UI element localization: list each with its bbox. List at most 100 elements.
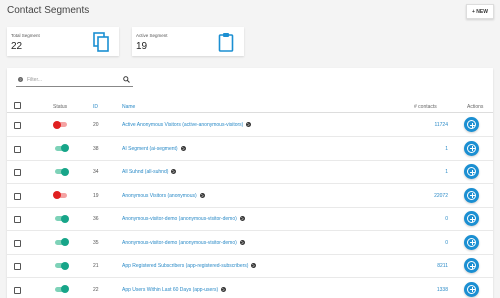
- status-toggle[interactable]: [55, 144, 69, 152]
- status-toggle[interactable]: [53, 120, 67, 129]
- segment-name-link[interactable]: All Suhnd (all-suhnd): [122, 169, 177, 175]
- add-action-button[interactable]: [464, 140, 479, 156]
- globe-icon: [251, 263, 257, 268]
- contacts-count-link[interactable]: 1: [445, 169, 448, 175]
- segment-id: 21: [93, 263, 99, 269]
- add-action-button[interactable]: [464, 211, 479, 226]
- toggle-knob: [53, 120, 61, 129]
- plus-circle-icon: [467, 120, 476, 129]
- status-toggle[interactable]: [55, 285, 69, 293]
- status-toggle[interactable]: [55, 214, 69, 223]
- row-checkbox[interactable]: [14, 216, 21, 223]
- contacts-count-link[interactable]: 8211: [437, 263, 448, 269]
- segment-id: 20: [93, 122, 99, 128]
- status-toggle[interactable]: [55, 167, 69, 176]
- status-toggle[interactable]: [53, 191, 67, 199]
- help-icon[interactable]: ?: [18, 77, 23, 82]
- row-checkbox[interactable]: [14, 192, 21, 200]
- globe-icon: [246, 122, 252, 127]
- stat-card-total: Total Segment 22: [7, 27, 119, 56]
- row-checkbox[interactable]: [14, 263, 21, 270]
- stat-label: Total Segment: [11, 33, 40, 38]
- plus-circle-icon: [467, 167, 476, 176]
- toggle-knob: [61, 285, 69, 293]
- plus-circle-icon: [467, 237, 476, 247]
- copy-icon: [93, 32, 109, 52]
- status-toggle[interactable]: [55, 238, 69, 246]
- status-toggle[interactable]: [55, 261, 69, 270]
- segment-name: Anonymous Visitors (anonymous): [122, 192, 197, 199]
- globe-icon: [180, 145, 186, 151]
- segment-name-link[interactable]: AI Segment (ai-segment): [122, 145, 186, 152]
- contacts-count-link[interactable]: 22072: [434, 193, 448, 199]
- stat-label: Active Segment: [136, 33, 168, 38]
- add-action-button[interactable]: [464, 258, 479, 273]
- stat-card-active: Active Segment 19: [132, 27, 244, 56]
- table-row: 35 Anonymous-visitor-demo (anonymous-vis…: [7, 232, 493, 255]
- toggle-knob: [61, 261, 69, 270]
- column-status: Status: [53, 104, 68, 110]
- column-id[interactable]: ID: [93, 104, 98, 110]
- table-header: Status ID Name # contacts Actions: [7, 101, 493, 113]
- toggle-knob: [61, 238, 69, 246]
- segment-id: 38: [93, 145, 99, 152]
- table-row: 34 All Suhnd (all-suhnd) 1: [7, 161, 493, 184]
- clipboard-icon: [218, 33, 234, 52]
- plus-circle-icon: [467, 214, 476, 223]
- segment-name-link[interactable]: App Users Within Last 60 Days (app-users…: [122, 286, 227, 293]
- globe-icon: [171, 169, 177, 174]
- segment-id: 35: [93, 239, 99, 246]
- segment-name: App Registered Subscribers (app-register…: [122, 263, 249, 269]
- segment-id: 22: [93, 286, 99, 293]
- add-action-button[interactable]: [464, 281, 479, 297]
- segment-name: Anonymous-visitor-demo (anonymous-visito…: [122, 216, 237, 222]
- add-action-button[interactable]: [464, 234, 479, 250]
- segment-name: App Users Within Last 60 Days (app-users…: [122, 286, 219, 293]
- row-checkbox[interactable]: [14, 169, 21, 176]
- select-all-checkbox[interactable]: [14, 102, 21, 109]
- globe-icon: [239, 216, 245, 221]
- globe-icon: [199, 192, 205, 198]
- toggle-knob: [61, 214, 69, 223]
- segment-name: Anonymous-visitor-demo (anonymous-visito…: [122, 239, 237, 246]
- toggle-knob: [61, 167, 69, 176]
- row-checkbox[interactable]: [14, 145, 21, 153]
- plus-circle-icon: [467, 284, 476, 294]
- row-checkbox[interactable]: [14, 122, 21, 129]
- toggle-knob: [61, 144, 69, 152]
- svg-text:?: ?: [20, 78, 22, 82]
- contacts-count-link[interactable]: 0: [445, 216, 448, 222]
- segment-name-link[interactable]: Anonymous-visitor-demo (anonymous-visito…: [122, 216, 245, 222]
- contacts-count-link[interactable]: 1: [445, 146, 448, 152]
- plus-circle-icon: [467, 261, 476, 270]
- row-checkbox[interactable]: [14, 286, 21, 294]
- contacts-count-link[interactable]: 0: [445, 240, 448, 246]
- segment-id: 19: [93, 192, 99, 199]
- table-row: 19 Anonymous Visitors (anonymous) 22072: [7, 185, 493, 208]
- contacts-count-link[interactable]: 11724: [434, 122, 448, 128]
- segment-name-link[interactable]: App Registered Subscribers (app-register…: [122, 263, 257, 269]
- stat-value: 22: [11, 41, 23, 52]
- add-action-button[interactable]: [464, 187, 479, 203]
- add-action-button[interactable]: [464, 117, 479, 132]
- segment-name-link[interactable]: Anonymous-visitor-demo (anonymous-visito…: [122, 239, 245, 246]
- toggle-knob: [53, 191, 61, 199]
- filter-input[interactable]: [27, 76, 112, 83]
- column-name[interactable]: Name: [122, 104, 135, 110]
- segment-name-link[interactable]: Anonymous Visitors (anonymous): [122, 192, 205, 199]
- plus-circle-icon: [467, 190, 476, 200]
- table-row: 21 App Registered Subscribers (app-regis…: [7, 255, 493, 278]
- page-title: Contact Segments: [7, 5, 90, 16]
- globe-icon: [239, 239, 245, 245]
- add-action-button[interactable]: [464, 164, 479, 179]
- new-segment-button[interactable]: + NEW: [466, 4, 494, 19]
- segments-panel: ? Status ID Name # contacts Actions 20 A…: [7, 68, 493, 298]
- segment-name-link[interactable]: Active Anonymous Visitors (active-anonym…: [122, 122, 252, 128]
- plus-circle-icon: [467, 143, 476, 153]
- search-icon[interactable]: [123, 76, 130, 83]
- row-checkbox[interactable]: [14, 239, 21, 247]
- segment-id: 36: [93, 216, 99, 222]
- segment-name: AI Segment (ai-segment): [122, 145, 178, 152]
- table-row: 38 AI Segment (ai-segment) 1: [7, 138, 493, 161]
- contacts-count-link[interactable]: 1338: [437, 287, 448, 293]
